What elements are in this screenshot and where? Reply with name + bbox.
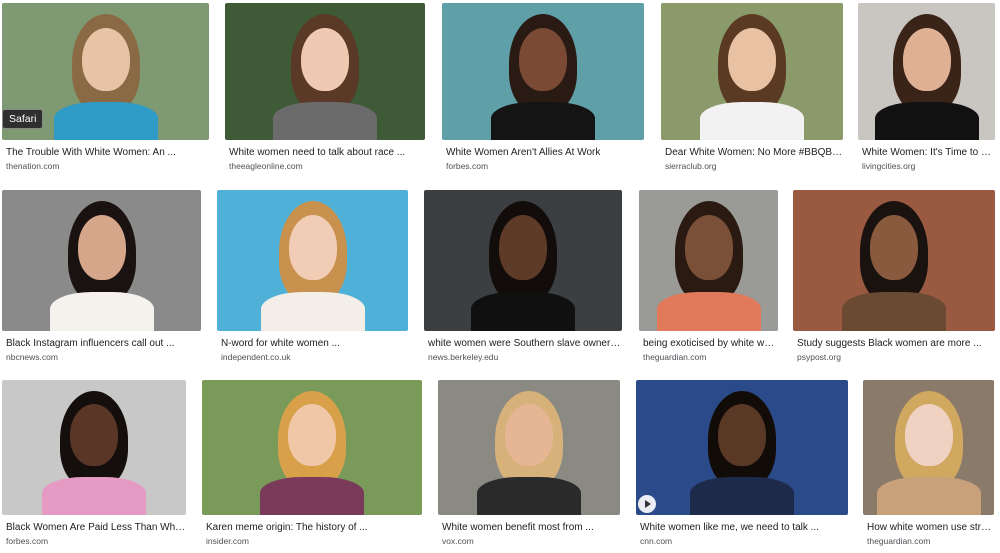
- result-thumbnail[interactable]: [202, 380, 422, 515]
- result-title[interactable]: How white women use strat...: [867, 522, 994, 534]
- result-thumbnail[interactable]: [661, 3, 843, 140]
- result-source: insider.com: [206, 536, 249, 546]
- result-title[interactable]: Study suggests Black women are more ...: [797, 338, 995, 350]
- result-title[interactable]: White women benefit most from ...: [442, 522, 620, 534]
- result-source: independent.co.uk: [221, 352, 291, 362]
- result-thumbnail[interactable]: [225, 3, 425, 140]
- image-result-card[interactable]: How white women use strat... theguardian.…: [863, 380, 994, 553]
- result-title[interactable]: white women were Southern slave owners .…: [428, 338, 622, 350]
- image-result-card[interactable]: The Trouble With White Women: An ... then…: [2, 3, 209, 178]
- result-thumbnail[interactable]: [438, 380, 620, 515]
- result-thumbnail[interactable]: [858, 3, 995, 140]
- result-thumbnail[interactable]: [442, 3, 644, 140]
- result-thumbnail[interactable]: [636, 380, 848, 515]
- result-title[interactable]: N-word for white women ...: [221, 338, 408, 350]
- result-thumbnail[interactable]: [2, 190, 201, 331]
- result-title[interactable]: White women need to talk about race ...: [229, 147, 425, 159]
- result-source: theguardian.com: [643, 352, 707, 362]
- play-icon[interactable]: [638, 495, 656, 513]
- result-title[interactable]: White Women Aren't Allies At Work: [446, 147, 644, 159]
- image-result-card[interactable]: white women were Southern slave owners .…: [424, 190, 622, 369]
- image-result-card[interactable]: N-word for white women ... independent.co…: [217, 190, 408, 369]
- result-source: vox.com: [442, 536, 474, 546]
- image-result-card[interactable]: Karen meme origin: The history of ... ins…: [202, 380, 422, 553]
- result-source: nbcnews.com: [6, 352, 58, 362]
- result-title[interactable]: White women like me, we need to talk ...: [640, 522, 848, 534]
- image-result-card[interactable]: White women benefit most from ... vox.com: [438, 380, 620, 553]
- result-title[interactable]: Black Women Are Paid Less Than White ...: [6, 522, 186, 534]
- result-title[interactable]: The Trouble With White Women: An ...: [6, 147, 209, 159]
- image-result-card[interactable]: White Women: It's Time to Re... livingcit…: [858, 3, 995, 178]
- result-title[interactable]: White Women: It's Time to Re...: [862, 147, 995, 159]
- image-result-card[interactable]: White Women Aren't Allies At Work forbes.…: [442, 3, 644, 178]
- result-source: cnn.com: [640, 536, 673, 546]
- result-source: news.berkeley.edu: [428, 352, 499, 362]
- image-result-card[interactable]: being exoticised by white wo... theguardi…: [639, 190, 778, 369]
- image-result-card[interactable]: Dear White Women: No More #BBQBeck... sie…: [661, 3, 843, 178]
- result-source: thenation.com: [6, 161, 60, 171]
- result-thumbnail[interactable]: [639, 190, 778, 331]
- result-source: livingcities.org: [862, 161, 916, 171]
- result-thumbnail[interactable]: [2, 380, 186, 515]
- result-thumbnail[interactable]: [793, 190, 995, 331]
- result-source: theeagleonline.com: [229, 161, 303, 171]
- result-source: theguardian.com: [867, 536, 931, 546]
- image-result-card[interactable]: Black Women Are Paid Less Than White ...…: [2, 380, 186, 553]
- image-result-card[interactable]: Study suggests Black women are more ... p…: [793, 190, 995, 369]
- result-thumbnail[interactable]: [217, 190, 408, 331]
- image-result-card[interactable]: Black Instagram influencers call out ...…: [2, 190, 201, 369]
- image-result-card[interactable]: White women need to talk about race ... t…: [225, 3, 425, 178]
- result-source: forbes.com: [6, 536, 49, 546]
- result-thumbnail[interactable]: [424, 190, 622, 331]
- image-result-card[interactable]: White women like me, we need to talk ...…: [636, 380, 848, 553]
- result-source: sierraclub.org: [665, 161, 717, 171]
- tooltip-safari: Safari: [2, 109, 44, 129]
- result-source: psypost.org: [797, 352, 841, 362]
- result-title[interactable]: Dear White Women: No More #BBQBeck...: [665, 147, 843, 159]
- result-title[interactable]: being exoticised by white wo...: [643, 338, 778, 350]
- result-thumbnail[interactable]: [863, 380, 994, 515]
- result-source: forbes.com: [446, 161, 489, 171]
- result-title[interactable]: Karen meme origin: The history of ...: [206, 522, 422, 534]
- result-title[interactable]: Black Instagram influencers call out ...: [6, 338, 201, 350]
